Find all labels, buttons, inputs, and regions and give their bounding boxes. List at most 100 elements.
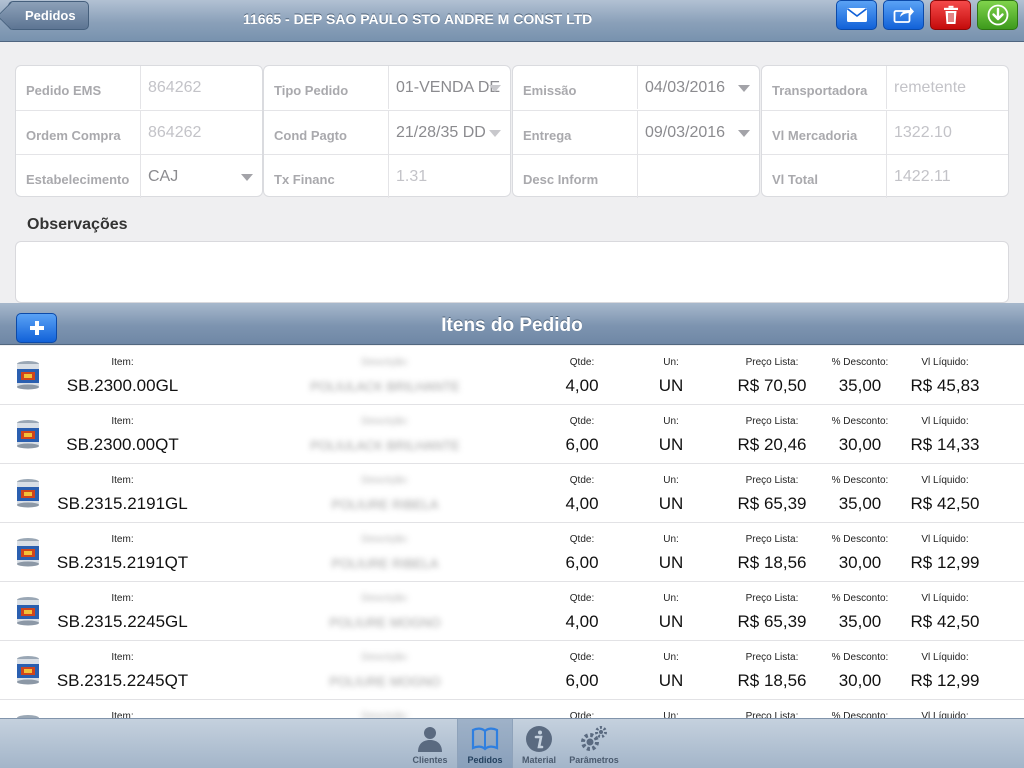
item-description-cell: Descrição: POLIULACK BRILHANTE (260, 405, 510, 464)
table-row[interactable]: Item: SB.2315.2245GL Descrição: POLIURE … (0, 582, 1024, 641)
items-list[interactable]: Item: SB.2300.00GL Descrição: POLIULACK … (0, 346, 1024, 718)
gears-icon (581, 726, 607, 751)
tab-clientes[interactable]: Clientes (402, 719, 458, 768)
item-vl-cell: Vl Líquido: (900, 700, 990, 718)
item-vl: R$ 45,83 (910, 376, 980, 395)
cond-pagto-select[interactable]: 21/28/35 DD (388, 111, 511, 154)
item-description: POLIURE MOGNO (329, 674, 441, 689)
item-label: Item: (111, 357, 134, 368)
item-code: SB.2315.2191GL (57, 494, 188, 513)
item-un-cell: Un: UN (636, 582, 706, 641)
table-row[interactable]: Item: SB.2300.00GL Descrição: POLIULACK … (0, 346, 1024, 405)
entrega-date-picker[interactable]: 09/03/2016 (637, 111, 760, 154)
table-row[interactable]: Item: SB.2300.00QT Descrição: POLIULACK … (0, 405, 1024, 464)
descricao-label: Descrição: (361, 416, 409, 427)
page-title: 11665 - DEP SAO PAULO STO ANDRE M CONST … (243, 11, 593, 27)
qtde-label: Qtde: (569, 475, 595, 486)
preco-label: Preço Lista: (745, 416, 799, 427)
table-row[interactable]: Item: SB.2315.2191QT Descrição: POLIURE … (0, 523, 1024, 582)
tab-material[interactable]: Material (511, 719, 567, 768)
field-vl-mercadoria: Vl Mercadoria 1322.10 (762, 110, 1008, 154)
qtde-label: Qtde: (569, 652, 595, 663)
field-tx-financ: Tx Financ 1.31 (264, 154, 510, 198)
item-preco: R$ 70,50 (737, 376, 807, 395)
desconto-label: % Desconto: (831, 475, 889, 486)
ordem-compra-input[interactable]: 864262 (140, 111, 263, 154)
delete-button[interactable] (930, 0, 971, 30)
qtde-label: Qtde: (569, 593, 595, 604)
tab-label: Parâmetros (569, 755, 619, 765)
download-button[interactable] (977, 0, 1018, 30)
field-label: Transportadora (772, 83, 868, 98)
descricao-label: Descrição: (361, 475, 409, 486)
transportadora-input[interactable]: remetente (886, 66, 1009, 109)
item-desconto: 35,00 (838, 612, 882, 631)
preco-label: Preço Lista: (745, 357, 799, 368)
item-desconto: 30,00 (838, 553, 882, 572)
desconto-label: % Desconto: (831, 652, 889, 663)
item-vl-cell: Vl Líquido: R$ 12,99 (900, 523, 990, 582)
field-label: Vl Mercadoria (772, 128, 858, 143)
chevron-down-icon (489, 130, 501, 137)
field-label: Cond Pagto (274, 128, 347, 143)
qtde-label: Qtde: (569, 534, 595, 545)
field-label: Ordem Compra (26, 128, 121, 143)
un-label: Un: (663, 711, 679, 718)
tx-financ-input[interactable]: 1.31 (388, 155, 511, 198)
desconto-label: % Desconto: (831, 711, 889, 718)
back-button-pedidos[interactable]: Pedidos (8, 1, 89, 30)
email-button[interactable] (836, 0, 877, 30)
tab-label: Pedidos (467, 755, 503, 765)
item-un-cell: Un: UN (636, 405, 706, 464)
person-icon (418, 727, 442, 752)
mail-icon (846, 8, 867, 22)
paint-can-icon (17, 656, 39, 685)
tab-pedidos[interactable]: Pedidos (457, 719, 513, 768)
field-label: Desc Inform (523, 172, 599, 187)
field-label: Pedido EMS (26, 83, 102, 98)
item-preco-cell: Preço Lista: R$ 18,56 (726, 641, 818, 700)
desc-inform-input[interactable] (637, 155, 760, 198)
vl-total-value: 1422.11 (886, 155, 1009, 198)
item-description: POLIULACK BRILHANTE (310, 438, 460, 453)
observacoes-textarea[interactable] (15, 241, 1009, 303)
item-qtde: 6,00 (565, 671, 599, 690)
item-description-cell: Descrição: POLIULACK BRILHANTE (260, 346, 510, 405)
table-row[interactable]: Item: Descrição: Qtde: Un: Preço Lista: … (0, 700, 1024, 718)
qtde-label: Qtde: (569, 711, 595, 718)
un-label: Un: (663, 652, 679, 663)
descricao-label: Descrição: (361, 711, 409, 718)
item-preco: R$ 65,39 (737, 494, 807, 513)
table-row[interactable]: Item: SB.2315.2191GL Descrição: POLIURE … (0, 464, 1024, 523)
pedido-ems-input[interactable]: 864262 (140, 66, 263, 109)
item-preco: R$ 18,56 (737, 553, 807, 572)
share-button[interactable] (883, 0, 924, 30)
vl-mercadoria-value: 1322.10 (886, 111, 1009, 154)
preco-label: Preço Lista: (745, 652, 799, 663)
item-label: Item: (111, 475, 134, 486)
desconto-label: % Desconto: (831, 357, 889, 368)
field-estabelecimento: Estabelecimento CAJ (16, 154, 262, 198)
item-code: SB.2300.00QT (66, 435, 179, 454)
item-desconto: 35,00 (838, 494, 882, 513)
vl-label: Vl Líquido: (921, 711, 969, 718)
observacoes-label: Observações (27, 216, 128, 233)
item-label: Item: (111, 534, 134, 545)
tab-parametros[interactable]: Parâmetros (566, 719, 622, 768)
preco-label: Preço Lista: (745, 475, 799, 486)
item-qtde-cell: Qtde: 6,00 (545, 405, 619, 464)
un-label: Un: (663, 534, 679, 545)
tipo-pedido-select[interactable]: 01-VENDA DE (388, 66, 511, 109)
add-item-button[interactable] (16, 313, 57, 343)
vl-label: Vl Líquido: (921, 652, 969, 663)
item-qtde: 4,00 (565, 494, 599, 513)
item-preco-cell: Preço Lista: R$ 20,46 (726, 405, 818, 464)
item-preco-cell: Preço Lista: R$ 18,56 (726, 523, 818, 582)
item-description-cell: Descrição: POLIURE MOGNO (260, 641, 510, 700)
emissao-date-picker[interactable]: 04/03/2016 (637, 66, 760, 109)
estabelecimento-select[interactable]: CAJ (140, 155, 263, 198)
item-un-cell: Un: UN (636, 464, 706, 523)
vl-label: Vl Líquido: (921, 593, 969, 604)
table-row[interactable]: Item: SB.2315.2245QT Descrição: POLIURE … (0, 641, 1024, 700)
field-ordem-compra: Ordem Compra 864262 (16, 110, 262, 154)
